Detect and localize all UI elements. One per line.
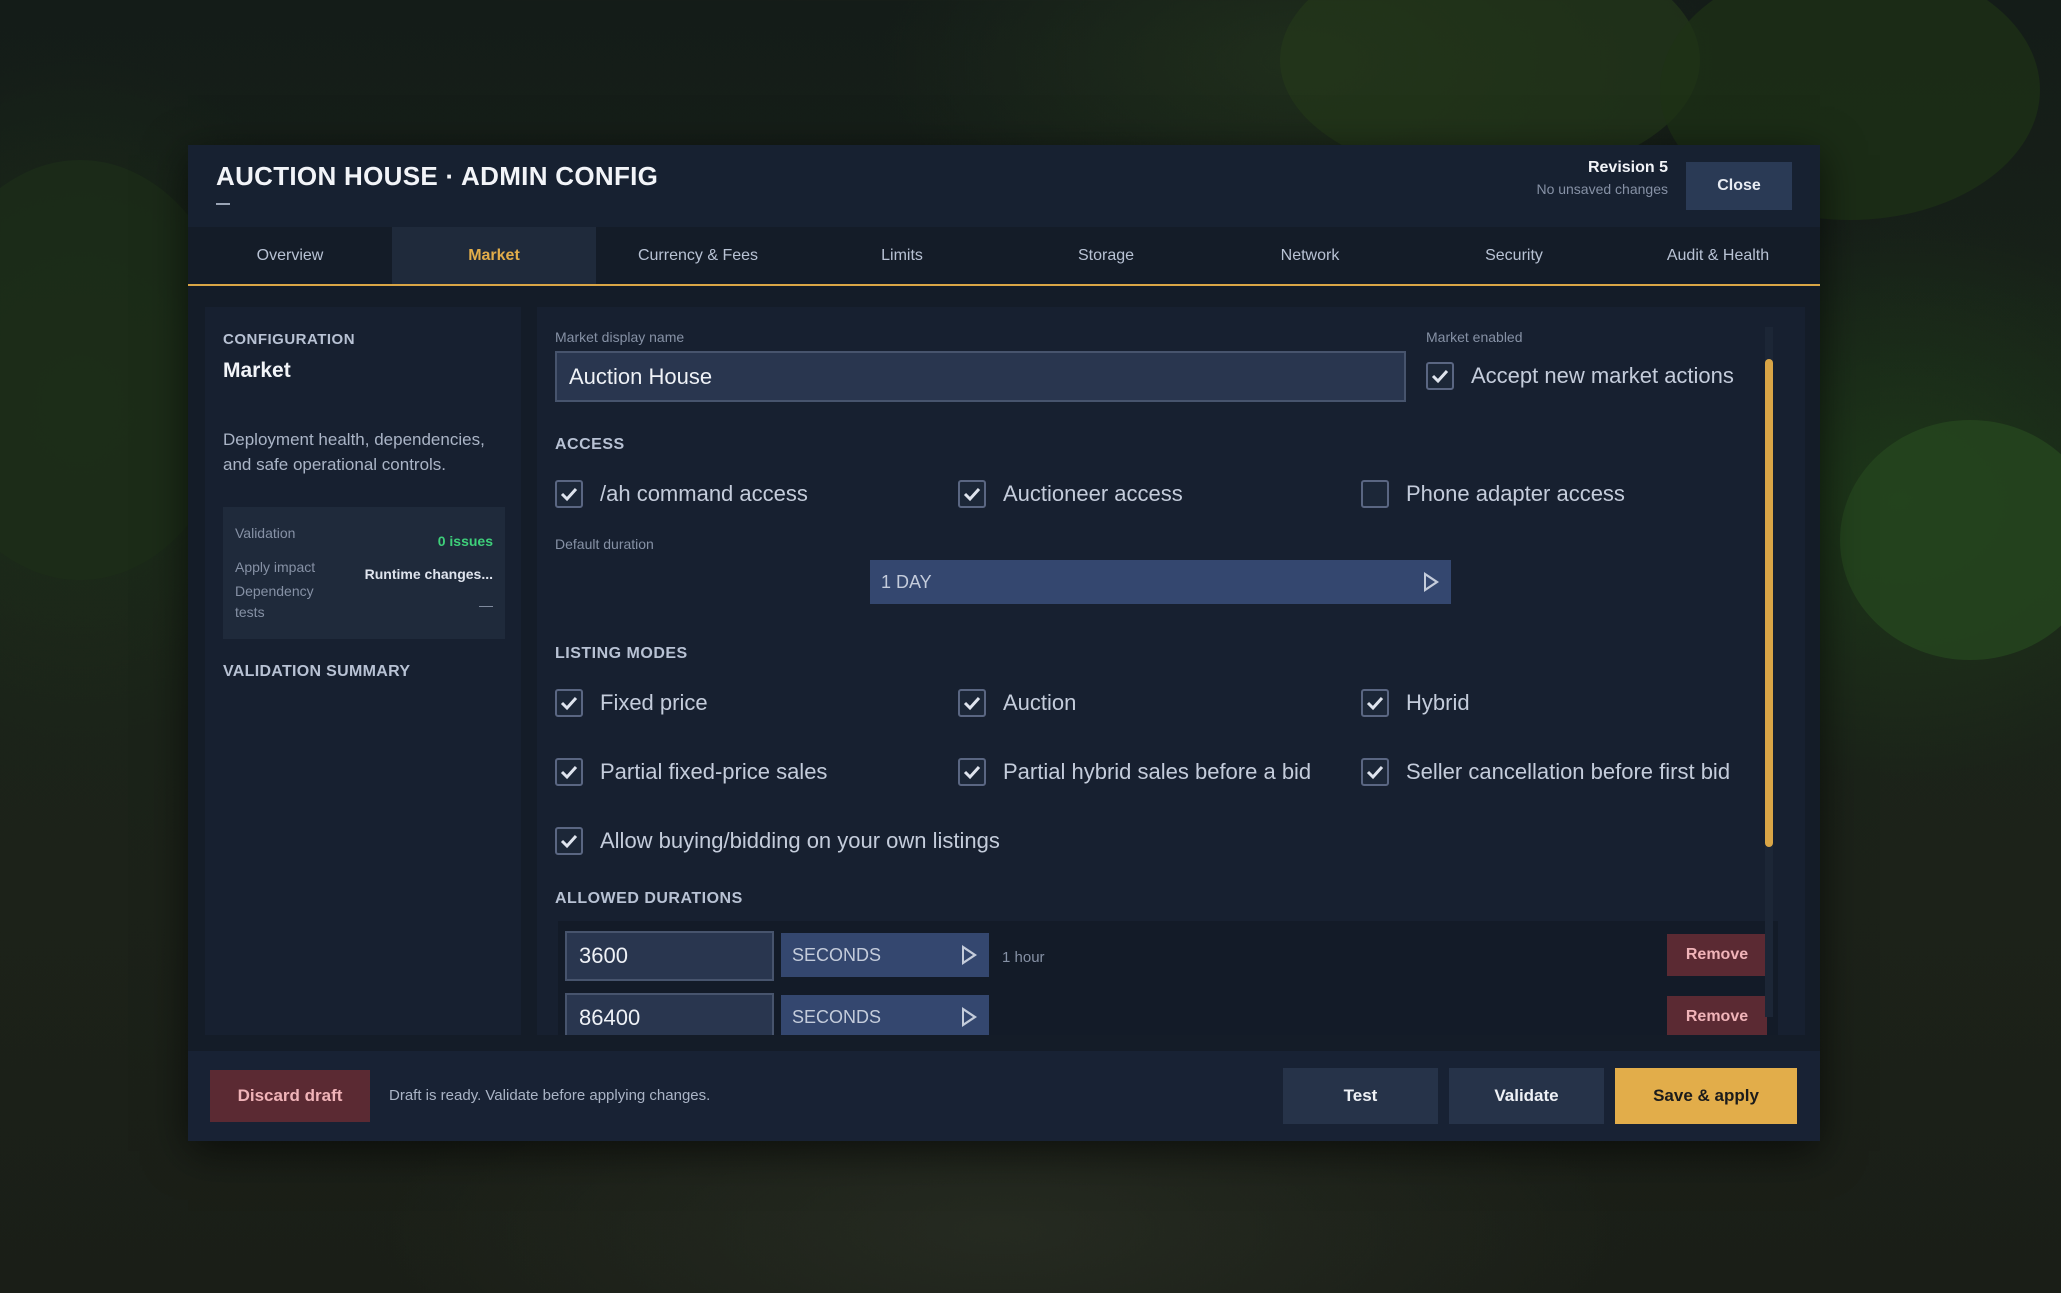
sidebar-description: Deployment health, dependencies, and saf… xyxy=(223,430,485,474)
duration-value-input[interactable] xyxy=(565,931,774,981)
default-duration-select[interactable]: 1 DAY xyxy=(870,560,1451,604)
default-duration-value: 1 DAY xyxy=(881,571,932,592)
hybrid-checkbox[interactable]: Hybrid xyxy=(1361,689,1470,717)
duration-value-input[interactable] xyxy=(565,993,774,1035)
partial-fixed-price-label: Partial fixed-price sales xyxy=(600,759,828,784)
apply-impact-label: Apply impact xyxy=(235,559,316,575)
sidebar-heading: CONFIGURATION xyxy=(223,331,356,348)
auctioneer-access-label: Auctioneer access xyxy=(1003,481,1183,506)
footer-status: Draft is ready. Validate before applying… xyxy=(389,1087,711,1104)
access-heading: ACCESS xyxy=(555,436,625,453)
checkbox-checked-icon xyxy=(958,689,986,717)
validation-summary-heading: VALIDATION SUMMARY xyxy=(223,663,411,680)
tab-network[interactable]: Network xyxy=(1208,227,1412,284)
accept-actions-checkbox[interactable]: Accept new market actions xyxy=(1426,362,1734,390)
validation-value: 0 issues xyxy=(437,533,493,549)
title-underline xyxy=(216,203,230,205)
checkbox-checked-icon xyxy=(1361,758,1389,786)
save-apply-button[interactable]: Save & apply xyxy=(1615,1068,1797,1124)
market-settings: Market display name Market enabled Accep… xyxy=(537,307,1805,1035)
fixed-price-checkbox[interactable]: Fixed price xyxy=(555,689,708,717)
admin-config-dialog: AUCTION HOUSE · ADMIN CONFIG Revision 5 … xyxy=(188,145,1820,1141)
phone-adapter-access-checkbox[interactable]: Phone adapter access xyxy=(1361,480,1625,508)
close-button[interactable]: Close xyxy=(1686,162,1792,210)
tab-overview[interactable]: Overview xyxy=(188,227,392,284)
tab-currency-fees[interactable]: Currency & Fees xyxy=(596,227,800,284)
tab-storage[interactable]: Storage xyxy=(1004,227,1208,284)
own-listings-label: Allow buying/bidding on your own listing… xyxy=(600,828,1000,853)
checkbox-checked-icon xyxy=(958,758,986,786)
discard-draft-button[interactable]: Discard draft xyxy=(210,1070,370,1122)
allowed-durations-heading: ALLOWED DURATIONS xyxy=(555,890,743,907)
seller-cancellation-label: Seller cancellation before first bid xyxy=(1406,759,1731,784)
listing-modes-heading: LISTING MODES xyxy=(555,645,688,662)
dependency-value: — xyxy=(479,597,493,613)
checkbox-checked-icon xyxy=(555,689,583,717)
tab-security[interactable]: Security xyxy=(1412,227,1616,284)
ah-command-access-label: /ah command access xyxy=(600,481,808,506)
dialog-title: AUCTION HOUSE · ADMIN CONFIG xyxy=(216,161,659,191)
duration-hint: 1 hour xyxy=(1002,949,1045,966)
validation-label: Validation xyxy=(235,525,296,541)
validate-button[interactable]: Validate xyxy=(1449,1068,1604,1124)
dropdown-arrow-icon xyxy=(1424,572,1439,592)
remove-duration-button[interactable]: Remove xyxy=(1667,996,1767,1035)
scrollbar-thumb[interactable] xyxy=(1765,359,1773,847)
market-enabled-label: Market enabled xyxy=(1426,329,1523,345)
seller-cancellation-checkbox[interactable]: Seller cancellation before first bid xyxy=(1361,758,1730,786)
apply-impact-value: Runtime changes... xyxy=(364,566,493,582)
phone-adapter-access-label: Phone adapter access xyxy=(1406,481,1625,506)
duration-unit-select[interactable]: SECONDS xyxy=(781,933,989,977)
dropdown-arrow-icon xyxy=(962,945,977,965)
dialog-footer: Discard draft Draft is ready. Validate b… xyxy=(188,1051,1820,1141)
background-foliage xyxy=(1840,420,2061,660)
display-name-input[interactable] xyxy=(555,351,1406,402)
duration-unit-value: SECONDS xyxy=(792,1006,882,1027)
hybrid-label: Hybrid xyxy=(1406,690,1470,715)
revision-status: No unsaved changes xyxy=(1536,181,1668,197)
partial-hybrid-label: Partial hybrid sales before a bid xyxy=(1003,759,1312,784)
tab-audit-health[interactable]: Audit & Health xyxy=(1616,227,1820,284)
sidebar-title: Market xyxy=(223,359,291,382)
own-listings-checkbox[interactable]: Allow buying/bidding on your own listing… xyxy=(555,827,1000,855)
partial-fixed-price-checkbox[interactable]: Partial fixed-price sales xyxy=(555,758,827,786)
fixed-price-label: Fixed price xyxy=(600,690,708,715)
checkbox-checked-icon xyxy=(555,480,583,508)
config-sidebar: CONFIGURATION Market Deployment health, … xyxy=(205,307,521,1035)
revision-label: Revision 5 xyxy=(1587,159,1668,176)
duration-unit-select[interactable]: SECONDS xyxy=(781,995,989,1035)
display-name-label: Market display name xyxy=(555,329,685,345)
checkbox-checked-icon xyxy=(958,480,986,508)
dropdown-arrow-icon xyxy=(962,1007,977,1027)
auctioneer-access-checkbox[interactable]: Auctioneer access xyxy=(958,480,1183,508)
auction-label: Auction xyxy=(1003,690,1077,715)
checkbox-unchecked-icon xyxy=(1361,480,1389,508)
dependency-label: Dependency tests xyxy=(235,583,314,620)
dialog-header: AUCTION HOUSE · ADMIN CONFIG Revision 5 … xyxy=(188,145,1820,227)
duration-unit-value: SECONDS xyxy=(792,944,882,965)
remove-duration-button[interactable]: Remove xyxy=(1667,934,1767,976)
ah-command-access-checkbox[interactable]: /ah command access xyxy=(555,480,808,508)
validation-box: Validation 0 issues Apply impact Runtime… xyxy=(223,507,505,639)
durations-list: SECONDS 1 hour Remove SECONDS Remove xyxy=(558,921,1778,1035)
accept-actions-label: Accept new market actions xyxy=(1471,363,1734,388)
checkbox-checked-icon xyxy=(1426,362,1454,390)
tab-limits[interactable]: Limits xyxy=(800,227,1004,284)
auction-checkbox[interactable]: Auction xyxy=(958,689,1076,717)
default-duration-label: Default duration xyxy=(555,536,654,552)
partial-hybrid-checkbox[interactable]: Partial hybrid sales before a bid xyxy=(958,758,1311,786)
checkbox-checked-icon xyxy=(555,827,583,855)
test-button[interactable]: Test xyxy=(1283,1068,1438,1124)
tab-market[interactable]: Market xyxy=(392,227,596,284)
tab-bar: Overview Market Currency & Fees Limits S… xyxy=(188,227,1820,286)
checkbox-checked-icon xyxy=(1361,689,1389,717)
revision-info: Revision 5 No unsaved changes xyxy=(1536,159,1668,197)
checkbox-checked-icon xyxy=(555,758,583,786)
